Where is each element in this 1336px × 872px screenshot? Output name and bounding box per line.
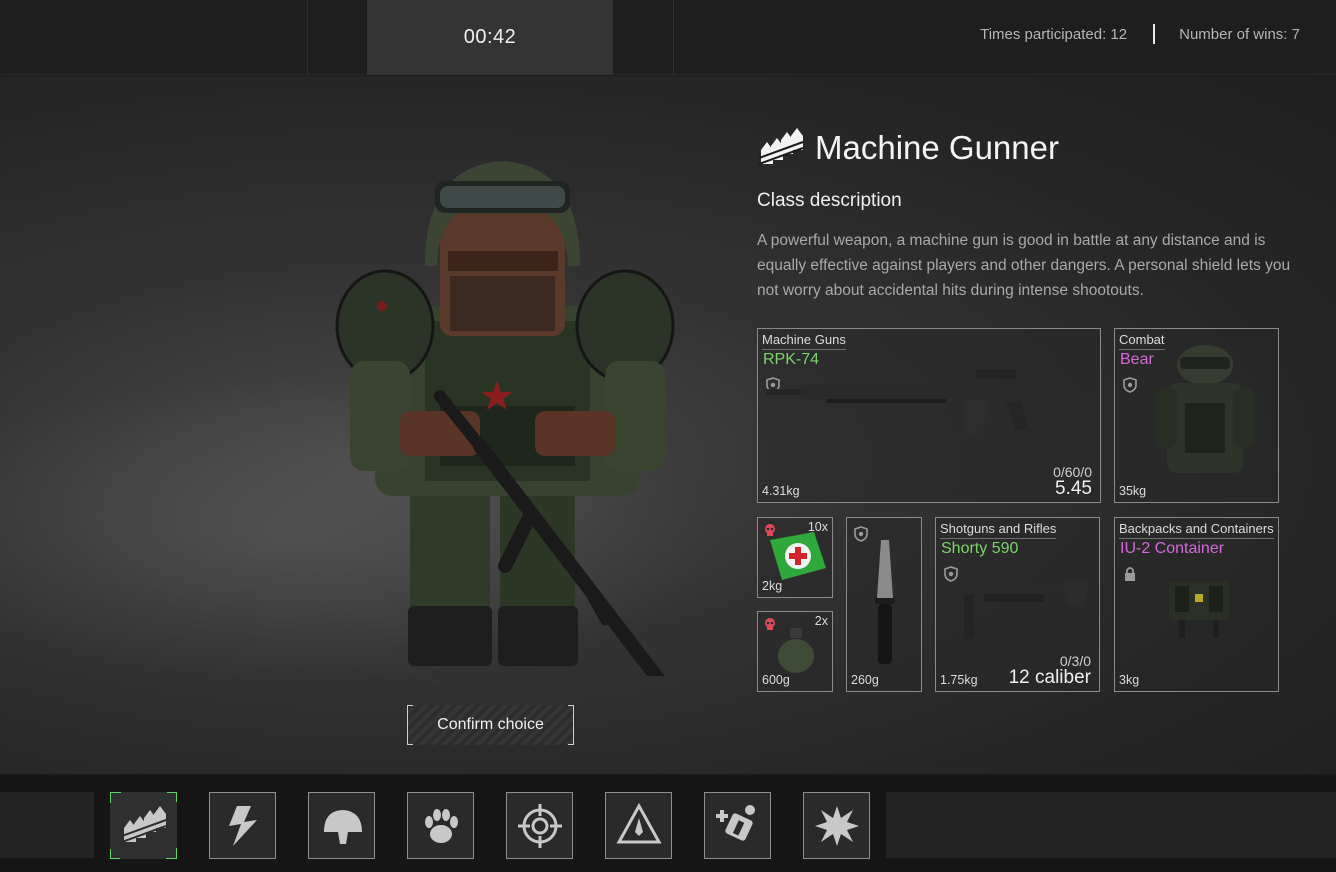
ammo-belt-icon (758, 128, 804, 165)
button-bracket-left (407, 705, 413, 745)
container-card[interactable]: Backpacks and Containers IU-2 Container … (1114, 517, 1279, 692)
rpk-74-image (766, 369, 1096, 439)
grenade-image (778, 628, 814, 673)
paw-icon (424, 808, 458, 843)
button-bracket-right (568, 705, 574, 745)
bear-armor-image (1155, 345, 1255, 473)
warning-triangle-icon (615, 802, 662, 843)
player-stats: Times participated: 12 Number of wins: 7 (980, 24, 1300, 44)
armor-card[interactable]: Combat Bear 35kg (1114, 328, 1279, 503)
grenade-card[interactable]: 2x 600g (757, 611, 833, 692)
class-selector-bar (0, 775, 1336, 872)
item-weight: 3kg (1119, 673, 1140, 687)
item-weight: 260g (851, 673, 879, 687)
selector-track (0, 792, 94, 858)
item-weight: 1.75kg (940, 673, 978, 687)
medkit-card[interactable]: 10x 2kg (757, 517, 833, 598)
class-slot-medic[interactable] (704, 792, 771, 859)
knife-image (875, 540, 895, 664)
knife-card[interactable]: 260g (846, 517, 922, 692)
round-timer: 00:42 (367, 0, 613, 75)
item-weight: 2kg (762, 579, 783, 593)
item-category: Backpacks and Containers (1119, 521, 1274, 539)
class-slot-lightning[interactable] (209, 792, 276, 859)
top-bar: 00:42 Times participated: 12 Number of w… (0, 0, 1336, 75)
selector-track (886, 792, 1336, 858)
ammo-belt-icon (121, 805, 166, 843)
soldier-character-model (335, 161, 675, 676)
caliber: 5.45 (1055, 478, 1092, 499)
class-slot-rocket[interactable] (605, 792, 672, 859)
top-bar-divider (307, 0, 308, 75)
class-slot-helmet[interactable] (308, 792, 375, 859)
class-slot-paw[interactable] (407, 792, 474, 859)
class-description-heading: Class description (757, 190, 902, 211)
class-slot-sniper[interactable] (506, 792, 573, 859)
class-slot-demolition[interactable] (803, 792, 870, 859)
number-of-wins: Number of wins: 7 (1179, 25, 1300, 43)
class-description: A powerful weapon, a machine gun is good… (757, 232, 1291, 299)
selection-corner (110, 849, 120, 859)
medkit-image (770, 532, 826, 580)
item-weight: 4.31kg (762, 484, 800, 498)
stats-divider (1153, 24, 1156, 44)
explosion-icon (814, 805, 859, 846)
class-preview-area: Confirm choice Machine Gunner Class desc… (0, 76, 1336, 774)
crosshair-icon (517, 803, 562, 848)
item-category: Machine Guns (762, 332, 846, 350)
class-name: Machine Gunner (815, 129, 1059, 166)
item-name: IU-2 Container (1120, 540, 1225, 557)
item-name: Shorty 590 (941, 540, 1019, 557)
medic-icon (715, 804, 755, 841)
class-slot-machine-gunner[interactable] (110, 792, 177, 859)
shorty-590-image (964, 580, 1089, 639)
caliber: 12 caliber (1008, 667, 1091, 688)
class-header: Machine Gunner (757, 124, 1059, 172)
shield-icon (1123, 377, 1137, 393)
item-weight: 35kg (1119, 484, 1147, 498)
confirm-choice-button[interactable]: Confirm choice (407, 705, 574, 745)
helmet-icon (323, 809, 362, 844)
timer-value: 00:42 (463, 26, 517, 48)
primary-weapon-card[interactable]: Machine Guns RPK-74 0/60/0 5.45 4.31kg (757, 328, 1101, 503)
shield-icon (854, 526, 868, 542)
item-category: Shotguns and Rifles (940, 521, 1057, 539)
iu-2-container-image (1169, 582, 1229, 638)
top-bar-divider (673, 0, 674, 75)
secondary-weapon-card[interactable]: Shotguns and Rifles Shorty 590 0/3/0 12 … (935, 517, 1100, 692)
lightning-icon (228, 805, 257, 846)
times-participated: Times participated: 12 (980, 25, 1128, 43)
confirm-choice-label: Confirm choice (437, 716, 544, 733)
lock-icon (1125, 567, 1135, 581)
item-weight: 600g (762, 673, 790, 687)
selection-corner (167, 792, 177, 802)
